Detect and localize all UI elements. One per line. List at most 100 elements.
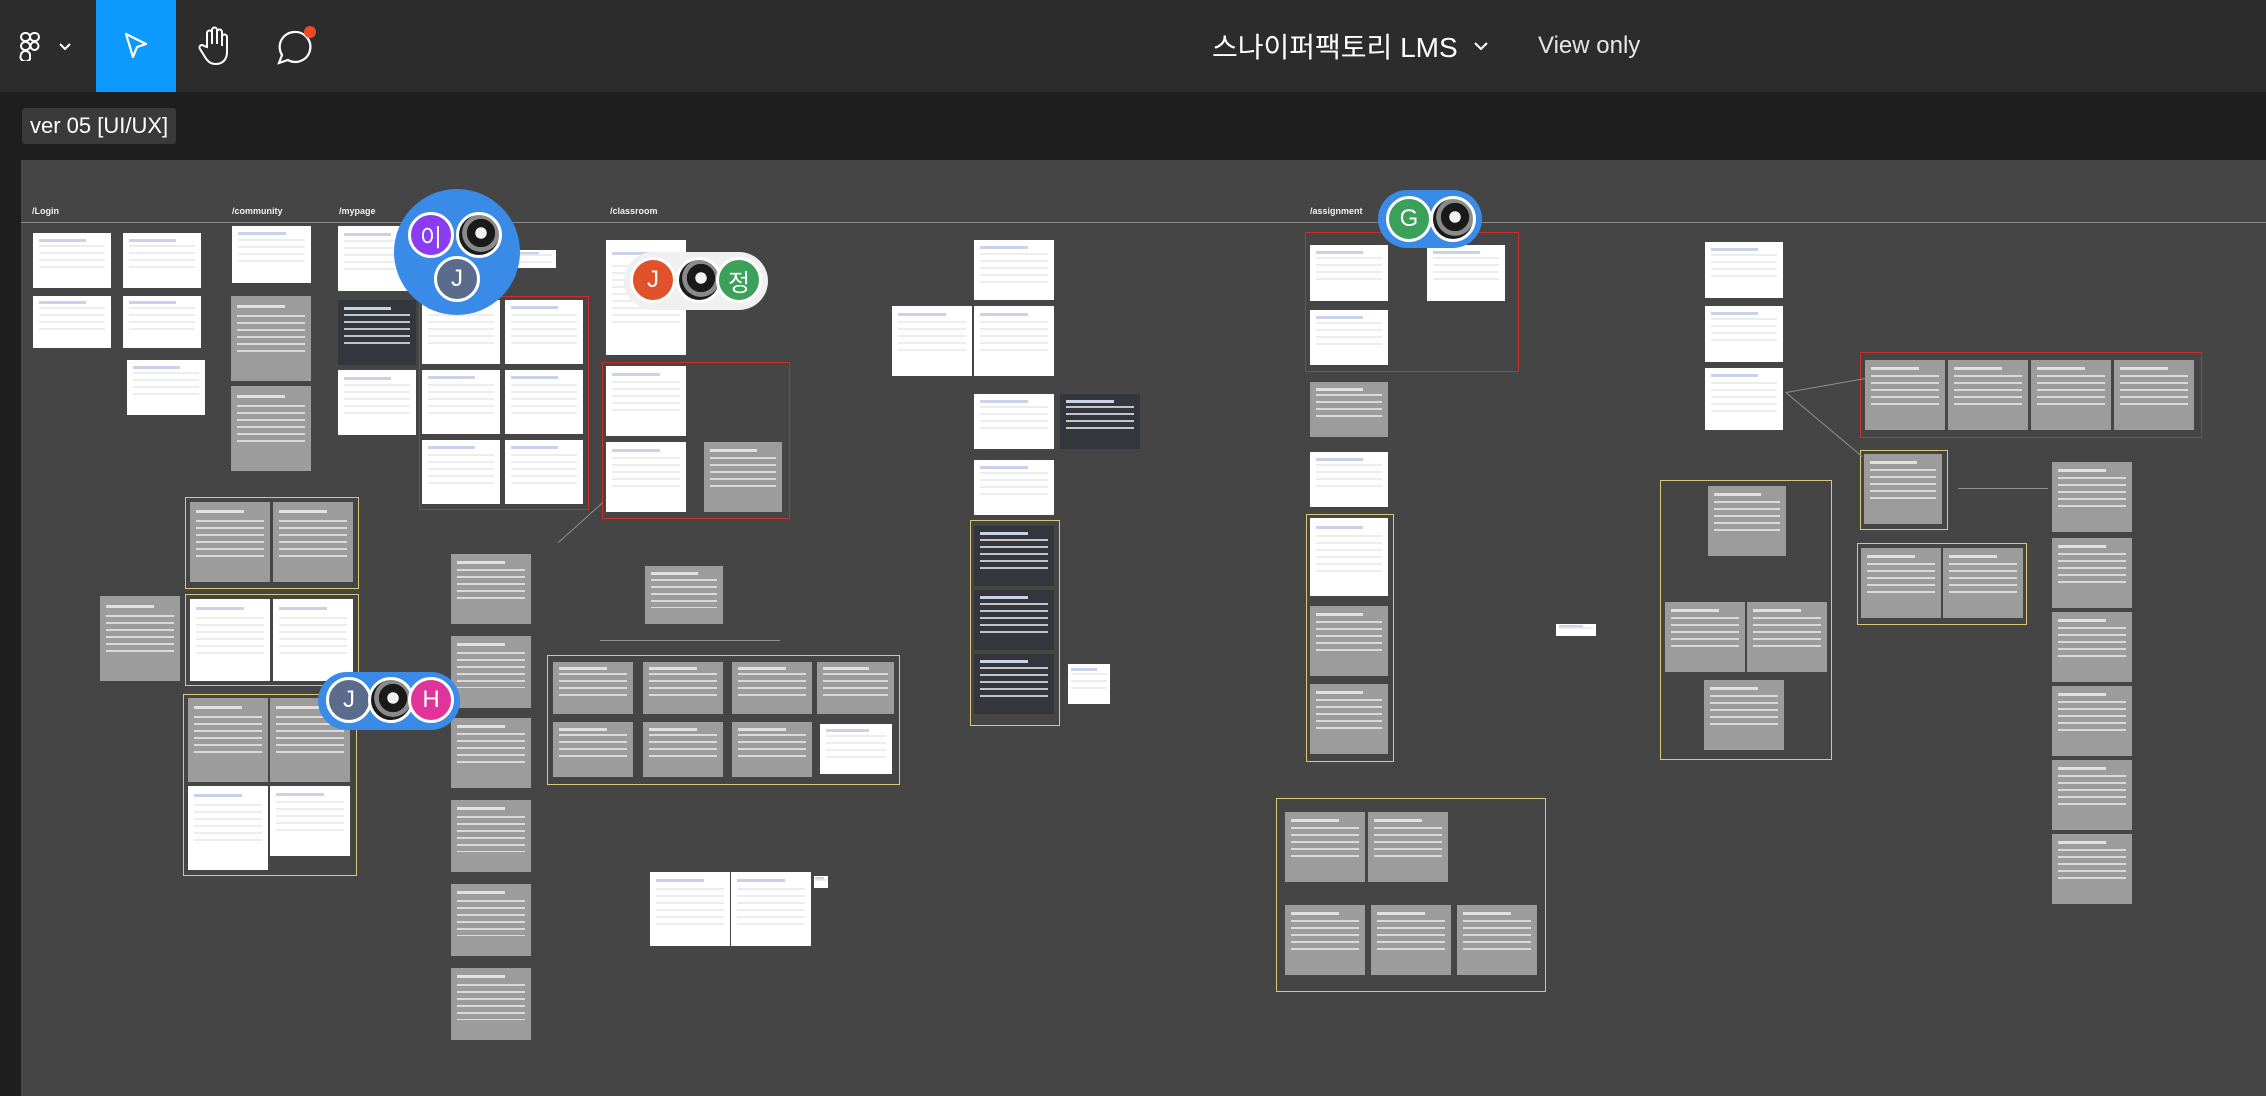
frame-thumbnail[interactable] [451, 884, 531, 956]
frame-thumbnail[interactable] [1310, 382, 1388, 437]
frame-thumbnail[interactable] [338, 370, 416, 435]
frame-thumbnail[interactable] [974, 394, 1054, 449]
frame-thumbnail[interactable] [1068, 664, 1110, 704]
frame-thumbnail[interactable] [606, 366, 686, 436]
frame-thumbnail[interactable] [1060, 394, 1140, 449]
frame-thumbnail[interactable] [273, 599, 353, 681]
frame-thumbnail[interactable] [1310, 310, 1388, 365]
frame-thumbnail[interactable] [1457, 905, 1537, 975]
frame-thumbnail[interactable] [127, 360, 205, 415]
frame-thumbnail[interactable] [123, 296, 201, 348]
frame-thumbnail[interactable] [817, 662, 894, 714]
frame-thumbnail[interactable] [505, 300, 583, 364]
frame-thumbnail[interactable] [338, 300, 416, 365]
frame-thumbnail[interactable] [974, 654, 1054, 714]
frame-thumbnail[interactable] [1705, 306, 1783, 362]
hand-tool-button[interactable] [176, 0, 254, 92]
frame-thumbnail[interactable] [270, 786, 350, 856]
frame-thumbnail[interactable] [1708, 486, 1786, 556]
frame-thumbnail[interactable] [2052, 612, 2132, 682]
frame-thumbnail[interactable] [892, 306, 972, 376]
frame-thumbnail[interactable] [974, 240, 1054, 300]
section-label-assignment: /assignment [1310, 206, 1363, 216]
frame-thumbnail[interactable] [1310, 606, 1388, 676]
frame-thumbnail[interactable] [33, 233, 111, 288]
frame-thumbnail[interactable] [1665, 602, 1745, 672]
frame-thumbnail[interactable] [190, 502, 270, 582]
frame-thumbnail[interactable] [232, 226, 311, 283]
frame-thumbnail[interactable] [1368, 812, 1448, 882]
frame-thumbnail[interactable] [1705, 242, 1783, 298]
frame-thumbnail[interactable] [1943, 548, 2023, 618]
frame-thumbnail[interactable] [606, 442, 686, 512]
frame-thumbnail[interactable] [1864, 454, 1942, 524]
frame-thumbnail[interactable] [820, 724, 892, 774]
frame-thumbnail[interactable] [190, 599, 270, 681]
frame-thumbnail[interactable] [231, 386, 311, 471]
frame-thumbnail[interactable] [100, 596, 180, 681]
frame-thumbnail[interactable] [553, 662, 633, 714]
frame-thumbnail[interactable] [451, 636, 531, 708]
frame-thumbnail[interactable] [273, 502, 353, 582]
file-title: 스나이퍼팩토리 LMS [1212, 32, 1458, 63]
page-name-chip[interactable]: ver 05 [UI/UX] [22, 108, 177, 144]
frame-thumbnail[interactable] [1310, 684, 1388, 754]
frame-thumbnail[interactable] [123, 233, 201, 288]
frame-thumbnail[interactable] [2052, 760, 2132, 830]
frame-thumbnail[interactable] [732, 662, 812, 714]
frame-thumbnail[interactable] [451, 718, 531, 788]
frame-thumbnail[interactable] [732, 722, 812, 777]
frame-thumbnail[interactable] [1865, 360, 1945, 430]
section-label-login: /Login [32, 206, 59, 216]
frame-thumbnail[interactable] [1285, 812, 1365, 882]
frame-thumbnail[interactable] [188, 698, 268, 782]
move-tool-button[interactable] [96, 0, 176, 92]
frame-thumbnail[interactable] [2052, 834, 2132, 904]
frame-thumbnail[interactable] [1948, 360, 2028, 430]
frame-thumbnail[interactable] [704, 442, 782, 512]
frame-thumbnail[interactable] [1861, 548, 1941, 618]
frame-thumbnail[interactable] [731, 872, 811, 946]
frame-thumbnail[interactable] [231, 296, 311, 381]
frame-thumbnail[interactable] [1427, 245, 1505, 301]
frame-thumbnail[interactable] [451, 968, 531, 1040]
hand-tool-icon [198, 26, 228, 66]
frame-thumbnail[interactable] [1310, 245, 1388, 301]
frame-thumbnail[interactable] [643, 662, 723, 714]
frame-thumbnail[interactable] [422, 370, 500, 434]
collaborator-avatar: G [1386, 196, 1432, 242]
frame-thumbnail[interactable] [422, 440, 500, 504]
frame-thumbnail[interactable] [2031, 360, 2111, 430]
frame-thumbnail[interactable] [1556, 624, 1596, 636]
file-title-menu[interactable]: 스나이퍼팩토리 LMS [1212, 0, 1490, 92]
frame-thumbnail[interactable] [451, 554, 531, 624]
frame-thumbnail[interactable] [1705, 368, 1783, 430]
comment-tool-button[interactable] [258, 0, 336, 92]
frame-thumbnail[interactable] [974, 526, 1054, 586]
frame-thumbnail[interactable] [643, 722, 723, 777]
frame-thumbnail[interactable] [1704, 680, 1784, 750]
frame-thumbnail[interactable] [505, 370, 583, 434]
comment-icon [277, 26, 316, 65]
frame-thumbnail[interactable] [451, 800, 531, 872]
main-menu-button[interactable] [0, 0, 90, 92]
frame-thumbnail[interactable] [2052, 686, 2132, 756]
frame-thumbnail[interactable] [2052, 462, 2132, 532]
frame-thumbnail[interactable] [1285, 905, 1365, 975]
frame-thumbnail[interactable] [1310, 518, 1388, 596]
frame-thumbnail[interactable] [650, 872, 730, 946]
frame-thumbnail[interactable] [974, 590, 1054, 650]
frame-thumbnail[interactable] [553, 722, 633, 777]
frame-thumbnail[interactable] [2114, 360, 2194, 430]
frame-thumbnail[interactable] [645, 566, 723, 624]
frame-thumbnail[interactable] [974, 306, 1054, 376]
frame-thumbnail[interactable] [2052, 538, 2132, 608]
frame-thumbnail[interactable] [33, 296, 111, 348]
frame-thumbnail[interactable] [814, 876, 828, 888]
frame-thumbnail[interactable] [1371, 905, 1451, 975]
frame-thumbnail[interactable] [974, 460, 1054, 515]
frame-thumbnail[interactable] [188, 786, 268, 870]
frame-thumbnail[interactable] [505, 440, 583, 504]
frame-thumbnail[interactable] [1310, 452, 1388, 507]
frame-thumbnail[interactable] [1747, 602, 1827, 672]
